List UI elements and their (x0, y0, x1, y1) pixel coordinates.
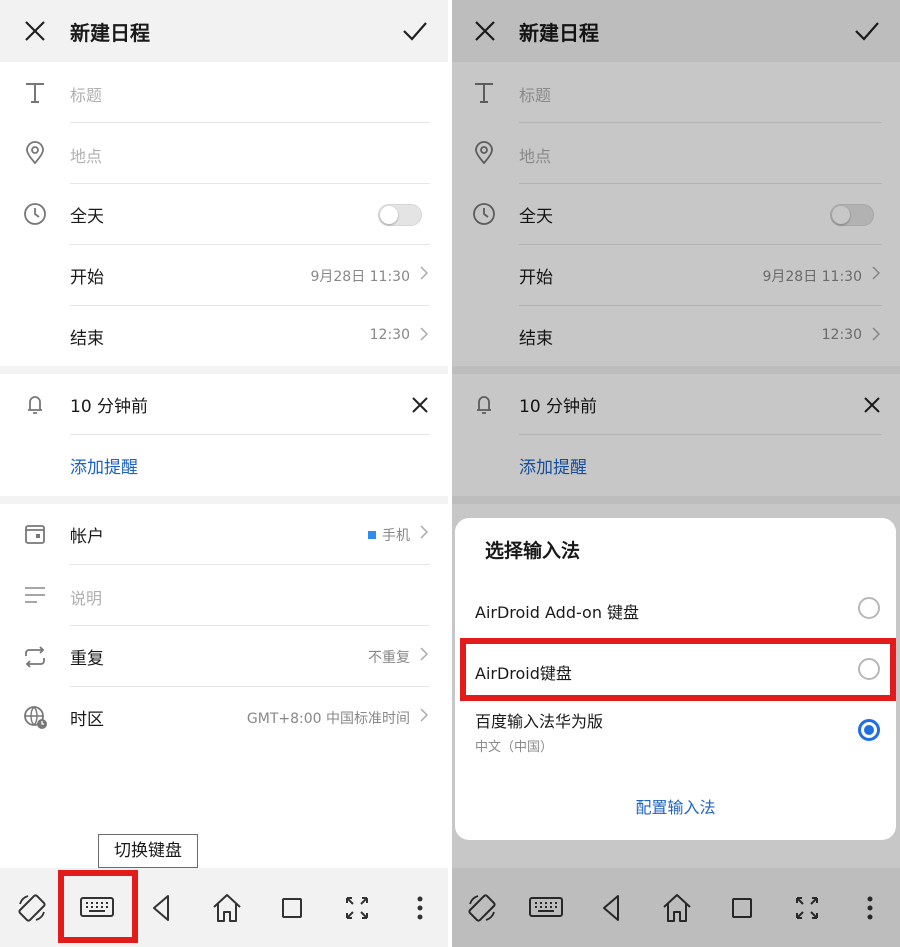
title-input[interactable]: 标题 (70, 82, 102, 106)
all-day-label: 全天 (70, 207, 104, 227)
chevron-right-icon (420, 647, 428, 661)
rotate-screen-button[interactable] (10, 886, 54, 930)
chevron-right-icon (420, 327, 428, 341)
repeat-icon (25, 646, 45, 668)
reminder-row: 10 分钟前 (0, 374, 448, 435)
account-value: 手机 (368, 525, 410, 545)
clock-icon (24, 203, 46, 225)
account-label: 帐户 (70, 527, 104, 547)
all-day-toggle[interactable] (378, 204, 422, 226)
switch-keyboard-tooltip: 切换键盘 (98, 834, 198, 868)
more-options-card: 帐户 手机 说明 重复 不重复 时区 GMT+8:00 中国标准时间 (0, 504, 448, 868)
chevron-right-icon (420, 266, 428, 280)
account-color-dot (368, 531, 376, 539)
reminder-card: 10 分钟前 添加提醒 (0, 374, 448, 496)
left-screen: 新建日程 标题 地点 全天 开始 9月28日 11:30 结束 12:30 10… (0, 0, 448, 947)
ime-option-baidu[interactable]: 百度输入法华为版 中文（中国） (455, 700, 896, 780)
ime-option-airdroid-addon[interactable]: AirDroid Add-on 键盘 (455, 578, 896, 638)
back-button[interactable] (140, 886, 184, 930)
recents-button[interactable] (270, 886, 314, 930)
home-button[interactable] (205, 886, 249, 930)
home-icon (213, 894, 241, 922)
configure-input-methods-link[interactable]: 配置输入法 (455, 794, 896, 818)
calendar-icon (25, 525, 45, 544)
add-reminder-row[interactable]: 添加提醒 (0, 435, 448, 496)
chevron-right-icon (420, 525, 428, 539)
ime-radio-button[interactable] (858, 597, 880, 619)
page-title: 新建日程 (70, 21, 150, 45)
end-value: 12:30 (369, 327, 410, 343)
globe-clock-icon (24, 706, 47, 729)
airdroid-keyboard-highlight (460, 638, 896, 701)
bell-icon (28, 396, 42, 414)
fullscreen-icon (346, 897, 368, 919)
more-icon (417, 896, 423, 920)
keyboard-button-highlight (58, 870, 138, 943)
account-row[interactable]: 帐户 手机 (0, 504, 448, 565)
recents-icon (282, 898, 302, 918)
rotate-screen-icon (18, 894, 46, 922)
start-label: 开始 (70, 268, 104, 288)
ime-option-sublabel: 中文（中国） (475, 740, 554, 755)
close-icon[interactable] (24, 20, 46, 42)
ime-option-label: 百度输入法华为版 (475, 712, 604, 731)
location-input[interactable]: 地点 (70, 143, 102, 167)
notes-icon (25, 587, 45, 603)
location-pin-icon (26, 141, 44, 165)
start-value: 9月28日 11:30 (310, 269, 410, 285)
app-header: 新建日程 (0, 0, 448, 62)
end-row[interactable]: 结束 12:30 (0, 306, 448, 367)
repeat-value: 不重复 (368, 650, 410, 666)
event-details-card: 标题 地点 全天 开始 9月28日 11:30 结束 12:30 (0, 62, 448, 366)
fullscreen-button[interactable] (335, 886, 379, 930)
dialog-title: 选择输入法 (485, 540, 581, 562)
description-row[interactable]: 说明 (0, 565, 448, 626)
add-reminder-link[interactable]: 添加提醒 (70, 453, 138, 478)
timezone-label: 时区 (70, 710, 104, 730)
back-icon (153, 895, 169, 921)
reminder-text: 10 分钟前 (70, 397, 149, 417)
ime-option-label: AirDroid Add-on 键盘 (475, 603, 640, 622)
repeat-label: 重复 (70, 649, 104, 669)
chevron-right-icon (420, 708, 428, 722)
remove-reminder-icon[interactable] (411, 396, 429, 414)
all-day-row: 全天 (0, 184, 448, 245)
start-row[interactable]: 开始 9月28日 11:30 (0, 245, 448, 306)
right-screen: 新建日程 标题 地点 全天 开始 9月28日 11:30 结束 12:30 10… (452, 0, 900, 947)
text-icon (26, 83, 44, 103)
more-button[interactable] (398, 886, 442, 930)
ime-radio-button-selected[interactable] (858, 719, 880, 741)
location-row[interactable]: 地点 (0, 123, 448, 184)
timezone-row[interactable]: 时区 GMT+8:00 中国标准时间 (0, 687, 448, 748)
title-row[interactable]: 标题 (0, 62, 448, 123)
end-label: 结束 (70, 329, 104, 349)
repeat-row[interactable]: 重复 不重复 (0, 626, 448, 687)
description-input[interactable]: 说明 (70, 585, 102, 609)
confirm-check-icon[interactable] (402, 20, 428, 42)
timezone-value: GMT+8:00 中国标准时间 (246, 711, 410, 727)
